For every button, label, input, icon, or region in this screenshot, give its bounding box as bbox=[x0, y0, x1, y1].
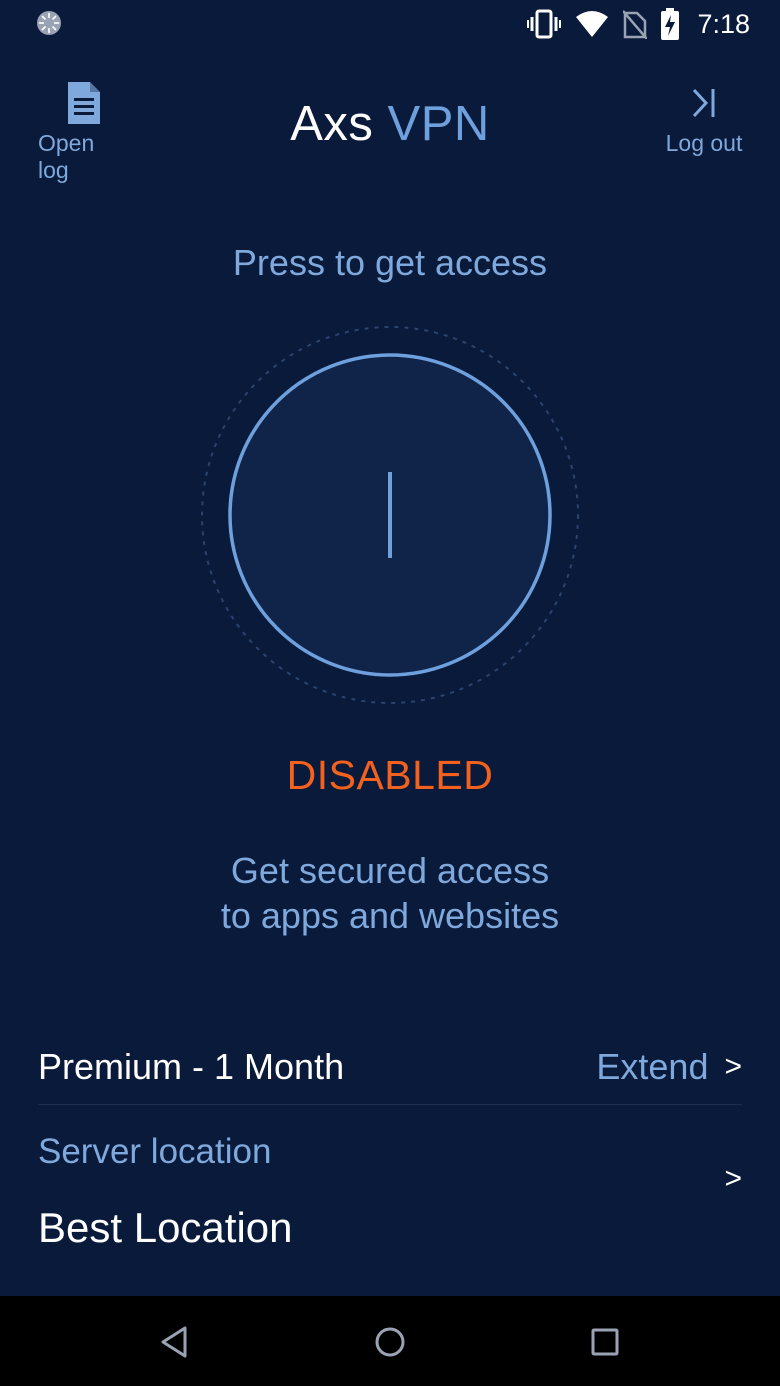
plan-row: Premium - 1 Month Extend > bbox=[38, 1030, 742, 1105]
log-out-button[interactable]: Log out bbox=[664, 80, 744, 157]
extend-label: Extend bbox=[596, 1046, 709, 1087]
status-time: 7:18 bbox=[697, 8, 750, 39]
no-sim-icon bbox=[623, 10, 648, 39]
nav-back-button[interactable] bbox=[152, 1320, 196, 1364]
description-line-1: Get secured access bbox=[230, 850, 550, 891]
description-line-2: to apps and websites bbox=[220, 895, 560, 936]
chevron-right-icon: > bbox=[724, 1050, 742, 1083]
title-part-vpn: VPN bbox=[387, 97, 490, 151]
wifi-icon bbox=[576, 11, 609, 37]
nav-recents-button[interactable] bbox=[583, 1320, 627, 1364]
system-nav-bar bbox=[0, 1296, 780, 1386]
app-screen: 7:18 Open log Axs VPN Log out Press to g… bbox=[0, 0, 780, 1296]
sync-icon bbox=[37, 11, 61, 35]
status-bar: 7:18 bbox=[0, 0, 780, 48]
battery-charging-icon bbox=[661, 8, 680, 40]
power-icon bbox=[388, 472, 392, 558]
logout-arrow-icon bbox=[692, 88, 715, 118]
page-title: Axs VPN bbox=[0, 96, 780, 152]
recents-icon bbox=[591, 1328, 619, 1356]
log-out-label: Log out bbox=[665, 130, 743, 156]
power-area bbox=[200, 325, 580, 705]
vibrate-icon bbox=[527, 9, 562, 39]
title-part-axs: Axs bbox=[290, 97, 374, 151]
server-location-title: Server location bbox=[38, 1132, 272, 1171]
nav-home-button[interactable] bbox=[368, 1320, 412, 1364]
plan-name: Premium - 1 Month bbox=[38, 1046, 345, 1087]
home-icon bbox=[375, 1327, 405, 1357]
description: Get secured access to apps and websites bbox=[0, 848, 780, 938]
vpn-status: DISABLED bbox=[286, 752, 494, 798]
status-icons: 7:18 bbox=[527, 6, 750, 42]
chevron-right-icon: > bbox=[724, 1162, 742, 1195]
server-location-row[interactable]: Server location Best Location > bbox=[38, 1130, 742, 1270]
back-icon bbox=[161, 1326, 187, 1358]
extend-button[interactable]: Extend > bbox=[596, 1046, 742, 1088]
press-prompt: Press to get access bbox=[232, 242, 548, 283]
server-location-value: Best Location bbox=[38, 1204, 293, 1251]
power-button[interactable] bbox=[230, 355, 550, 675]
